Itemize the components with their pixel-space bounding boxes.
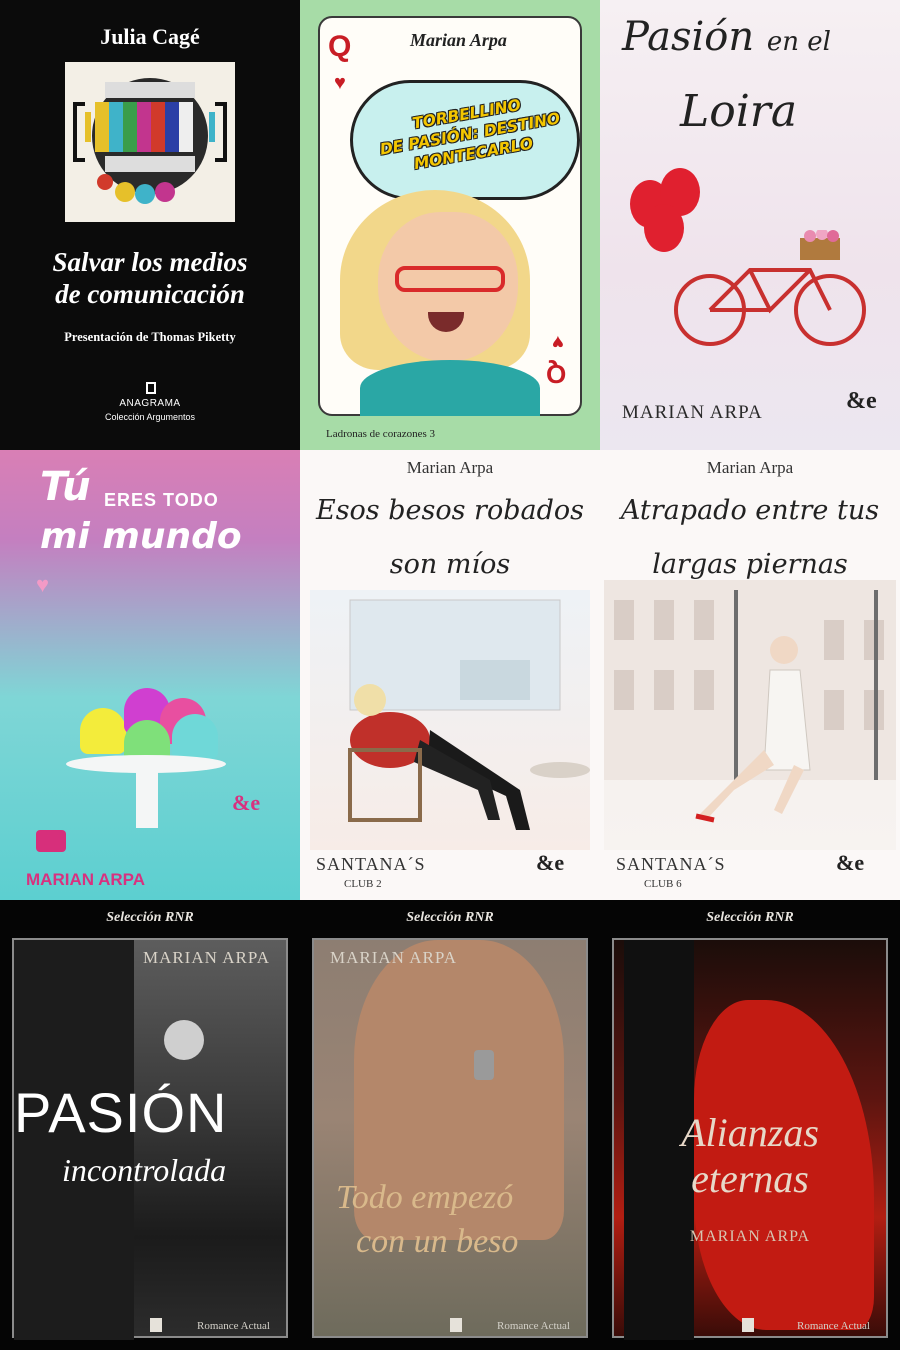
heart-icon: ♥ [36, 572, 50, 597]
character-glasses [395, 266, 505, 292]
cover-title: Todo empezó con un beso [336, 1179, 519, 1260]
cover-title: Alianzas eternas [681, 1110, 819, 1201]
ring-box [36, 830, 66, 852]
cover-author: MARIAN ARPA [689, 1228, 811, 1245]
book-cover-grid: Julia Cagé Salvar los medios de comunica… [0, 0, 900, 1350]
cover-pasion-incontrolada[interactable]: Selección RNR MARIAN ARPA PASIÓN incontr… [0, 900, 300, 1350]
publisher-logo-icon [742, 1318, 754, 1332]
dog-tag [474, 1050, 494, 1080]
cover-author: MARIAN ARPA [330, 948, 458, 967]
publisher-logo-icon [450, 1318, 462, 1332]
cover-author: Marian Arpa [406, 458, 494, 477]
anagrama-logo-icon [146, 382, 156, 394]
ee-logo-icon: &e [232, 790, 261, 815]
cover-author: Marian Arpa [706, 458, 794, 477]
cover-salvar-los-medios[interactable]: Julia Cagé Salvar los medios de comunica… [0, 0, 300, 450]
cover-title-line2: mi mundo [40, 516, 242, 557]
cover-title-line2: Loira [680, 86, 798, 137]
cover-title: Salvar los medios de comunicación [52, 247, 248, 309]
club-number: CLUB 2 [344, 878, 382, 890]
collection-name: Colección Argumentos [104, 412, 196, 422]
series-label: Selección RNR [706, 910, 794, 925]
cover-alianzas-eternas[interactable]: Selección RNR Alianzas eternas MARIAN AR… [600, 900, 900, 1350]
cover-title: Esos besos robados son míos [315, 495, 584, 580]
series-label: Selección RNR [406, 910, 494, 925]
cover-atrapado-entre-tus-largas-piernas[interactable]: Marian Arpa Atrapado entre tus largas pi… [600, 450, 900, 900]
imprint-name: Romance Actual [796, 1320, 870, 1332]
street-illustration [604, 580, 896, 850]
heart-icon: ♥ [334, 72, 346, 94]
ee-logo-icon: &e [536, 850, 565, 875]
cover-author: MARIAN ARPA [142, 948, 270, 967]
cover-author: Marian Arpa [410, 30, 507, 50]
cafe-illustration [310, 590, 590, 850]
series-label: Selección RNR [106, 910, 194, 925]
bicycle-illustration [674, 230, 866, 346]
cupcake [172, 714, 218, 760]
character-shirt [360, 360, 540, 416]
cover-esos-besos-robados[interactable]: Marian Arpa Esos besos robados son míos … [300, 450, 600, 900]
cover-artwork [312, 938, 588, 1338]
ee-logo-icon: &e [836, 850, 865, 875]
cake-stand-stem [136, 768, 158, 828]
series-name: Ladronas de corazones 3 [326, 428, 436, 440]
imprint-name: Romance Actual [496, 1320, 570, 1332]
card-corner-letter: Q [546, 359, 567, 389]
cover-author: MARIAN ARPA [26, 870, 145, 889]
cover-pasion-en-el-loira[interactable]: Pasión en el Loira MARIAN ARPA &e [600, 0, 900, 450]
publisher-name: ANAGRAMA [119, 398, 181, 409]
moon [164, 1020, 204, 1060]
cupcake [80, 708, 126, 754]
club-name: SANTANA´S [316, 854, 426, 874]
club-name: SANTANA´S [616, 854, 726, 874]
cover-torbellino-de-pasion[interactable]: Q ♥ Marian Arpa TORBELLINO DE PASIÓN: DE… [300, 0, 600, 450]
cover-title: Tú [40, 464, 91, 510]
card-corner-letter: Q [328, 30, 352, 63]
cover-todo-empezo-con-un-beso[interactable]: Selección RNR MARIAN ARPA Todo empezó co… [300, 900, 600, 1350]
ee-logo-icon: &e [846, 388, 877, 414]
cover-subtitle: Presentación de Thomas Piketty [64, 330, 236, 344]
cover-title-mid: ERES TODO [104, 490, 219, 510]
club-number: CLUB 6 [644, 878, 682, 890]
cover-author: Julia Cagé [100, 24, 200, 49]
cover-title: Pasión en el [622, 14, 831, 60]
cover-title: Atrapado entre tus largas piernas [620, 495, 880, 580]
test-pattern-illustration [65, 62, 235, 222]
cover-title-line2: incontrolada [62, 1152, 227, 1188]
imprint-name: Romance Actual [196, 1320, 270, 1332]
publisher-logo-icon [150, 1318, 162, 1332]
heart-icon: ♥ [552, 331, 564, 353]
cover-author: MARIAN ARPA [622, 402, 763, 423]
cover-tu-eres-todo-mi-mundo[interactable]: Tú ERES TODO mi mundo ♥ &e MARIAN ARPA [0, 450, 300, 900]
cover-title: PASIÓN [14, 1081, 228, 1144]
